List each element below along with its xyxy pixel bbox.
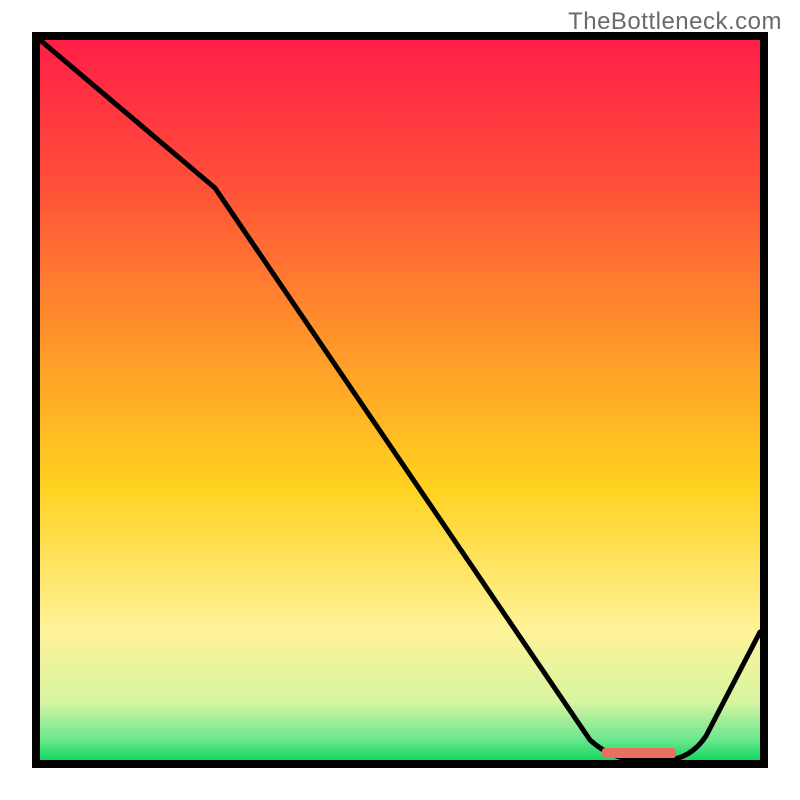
optimal-range-marker [602, 748, 676, 758]
heat-gradient [40, 40, 760, 760]
bottleneck-chart [0, 0, 800, 800]
watermark-label: TheBottleneck.com [568, 8, 782, 36]
chart-stage: TheBottleneck.com [0, 0, 800, 800]
